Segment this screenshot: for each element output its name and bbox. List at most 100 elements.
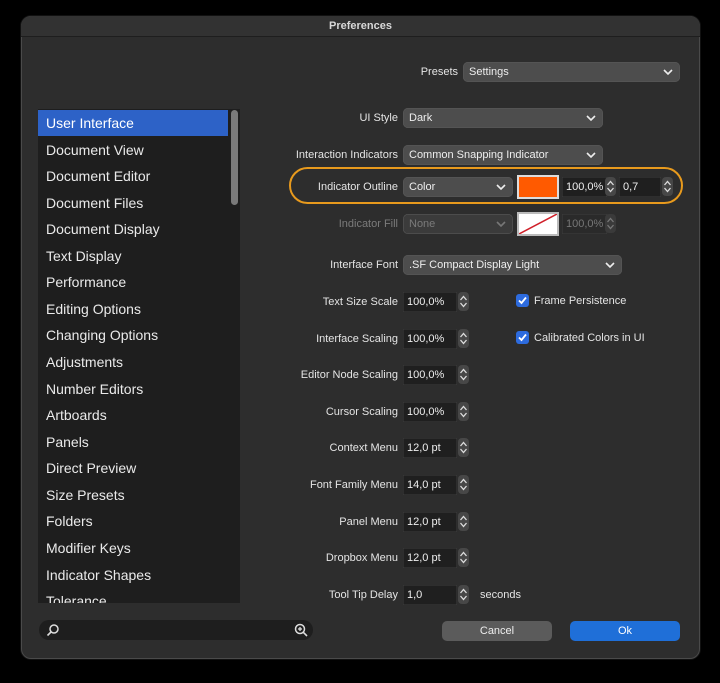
stepper-arrows-icon [460,405,467,418]
editor-node-scaling-field[interactable]: 100,0% [403,365,457,385]
chevron-down-icon [496,221,506,228]
font-family-menu-stepper[interactable] [458,475,469,494]
fill-opacity-field[interactable]: 100,0% [562,214,607,234]
sidebar-item-document-files[interactable]: Document Files [38,190,228,216]
title-bar: Preferences [21,16,700,37]
stepper-arrows-icon [460,441,467,454]
interface-scaling-field[interactable]: 100,0% [403,329,457,349]
interface-font-select[interactable]: .SF Compact Display Light [403,255,622,275]
checkmark-icon [518,296,527,305]
stepper-arrows-icon [607,180,614,193]
text-size-scale-label: Text Size Scale [322,296,398,308]
interaction-indicators-label: Interaction Indicators [295,149,398,161]
panel-menu-field[interactable]: 12,0 pt [403,512,457,532]
indicator-outline-label: Indicator Outline [317,181,398,193]
stepper-arrows-icon [460,551,467,564]
sidebar-item-number-editors[interactable]: Number Editors [38,376,228,402]
sidebar-item-artboards[interactable]: Artboards [38,402,228,428]
outline-opacity-stepper[interactable] [605,177,616,196]
dropbox-menu-field[interactable]: 12,0 pt [403,548,457,568]
tool-tip-delay-unit: seconds [480,589,521,601]
cursor-scaling-stepper[interactable] [458,402,469,421]
ui-style-value: Dark [409,112,433,124]
sidebar-item-indicator-shapes[interactable]: Indicator Shapes [38,562,228,588]
context-menu-field[interactable]: 12,0 pt [403,438,457,458]
stepper-arrows-icon [607,217,614,230]
sidebar-item-size-presets[interactable]: Size Presets [38,482,228,508]
sidebar-item-performance[interactable]: Performance [38,269,228,295]
chevron-down-icon [496,184,506,191]
sidebar-item-document-display[interactable]: Document Display [38,216,228,242]
editor-node-scaling-stepper[interactable] [458,365,469,384]
outline-opacity-field[interactable]: 100,0% [562,177,607,197]
sidebar-item-document-view[interactable]: Document View [38,137,228,163]
tool-tip-delay-field[interactable]: 1,0 [403,585,457,605]
stepper-arrows-icon [460,368,467,381]
interaction-indicators-value: Common Snapping Indicator [409,149,549,161]
outline-color-swatch[interactable] [517,175,559,199]
chevron-down-icon [586,152,596,159]
presets-select[interactable]: Settings [463,62,680,82]
dropbox-menu-label: Dropbox Menu [325,552,398,564]
stepper-arrows-icon [664,180,671,193]
zoom-in-icon[interactable] [294,623,308,637]
cancel-button[interactable]: Cancel [442,621,552,641]
outline-width-stepper[interactable] [662,177,673,196]
panel-menu-stepper[interactable] [458,512,469,531]
category-list[interactable]: User Interface Document View Document Ed… [38,109,240,603]
sidebar-item-editing-options[interactable]: Editing Options [38,296,228,322]
stepper-arrows-icon [460,478,467,491]
ui-style-select[interactable]: Dark [403,108,603,128]
sidebar-scrollbar[interactable] [231,110,238,205]
ui-style-label: UI Style [359,112,398,124]
sidebar-item-text-display[interactable]: Text Display [38,243,228,269]
cursor-scaling-label: Cursor Scaling [325,406,398,418]
fill-opacity-stepper[interactable] [605,214,616,233]
outline-width-field[interactable]: 0,7 [619,177,661,197]
indicator-fill-mode-select[interactable]: None [403,214,513,234]
context-menu-stepper[interactable] [458,438,469,457]
indicator-outline-mode-select[interactable]: Color [403,177,513,197]
frame-persistence-label[interactable]: Frame Persistence [534,295,626,307]
fill-color-swatch-none[interactable] [517,212,559,236]
no-color-icon [519,214,557,234]
panel-menu-label: Panel Menu [339,516,398,528]
checkmark-icon [518,333,527,342]
indicator-fill-mode-value: None [409,218,436,230]
sidebar-item-document-editor[interactable]: Document Editor [38,163,228,189]
window-title: Preferences [21,16,700,37]
tool-tip-delay-label: Tool Tip Delay [328,589,398,601]
frame-persistence-checkbox[interactable] [516,294,529,307]
interface-font-label: Interface Font [330,259,398,271]
sidebar-item-folders[interactable]: Folders [38,508,228,534]
interface-scaling-stepper[interactable] [458,329,469,348]
interface-scaling-label: Interface Scaling [316,333,398,345]
stepper-arrows-icon [460,332,467,345]
context-menu-label: Context Menu [329,442,398,454]
sidebar-item-changing-options[interactable]: Changing Options [38,322,228,348]
presets-label: Presets [420,66,458,78]
sidebar-item-tolerance[interactable]: Tolerance [38,588,228,603]
ok-button[interactable]: Ok [570,621,680,641]
search-field[interactable] [39,620,313,640]
editor-node-scaling-label: Editor Node Scaling [300,369,398,381]
calibrated-colors-checkbox[interactable] [516,331,529,344]
sidebar-item-adjustments[interactable]: Adjustments [38,349,228,375]
search-icon [46,624,59,637]
chevron-down-icon [663,69,673,76]
dropbox-menu-stepper[interactable] [458,548,469,567]
font-family-menu-field[interactable]: 14,0 pt [403,475,457,495]
text-size-scale-field[interactable]: 100,0% [403,292,457,312]
interaction-indicators-select[interactable]: Common Snapping Indicator [403,145,603,165]
indicator-fill-label: Indicator Fill [338,218,398,230]
sidebar-item-direct-preview[interactable]: Direct Preview [38,455,228,481]
interface-font-value: .SF Compact Display Light [409,259,540,271]
tool-tip-delay-stepper[interactable] [458,585,469,604]
sidebar-item-modifier-keys[interactable]: Modifier Keys [38,535,228,561]
sidebar-item-panels[interactable]: Panels [38,429,228,455]
cursor-scaling-field[interactable]: 100,0% [403,402,457,422]
sidebar-item-user-interface[interactable]: User Interface [38,110,228,136]
calibrated-colors-label[interactable]: Calibrated Colors in UI [534,332,645,344]
text-size-scale-stepper[interactable] [458,292,469,311]
chevron-down-icon [586,115,596,122]
